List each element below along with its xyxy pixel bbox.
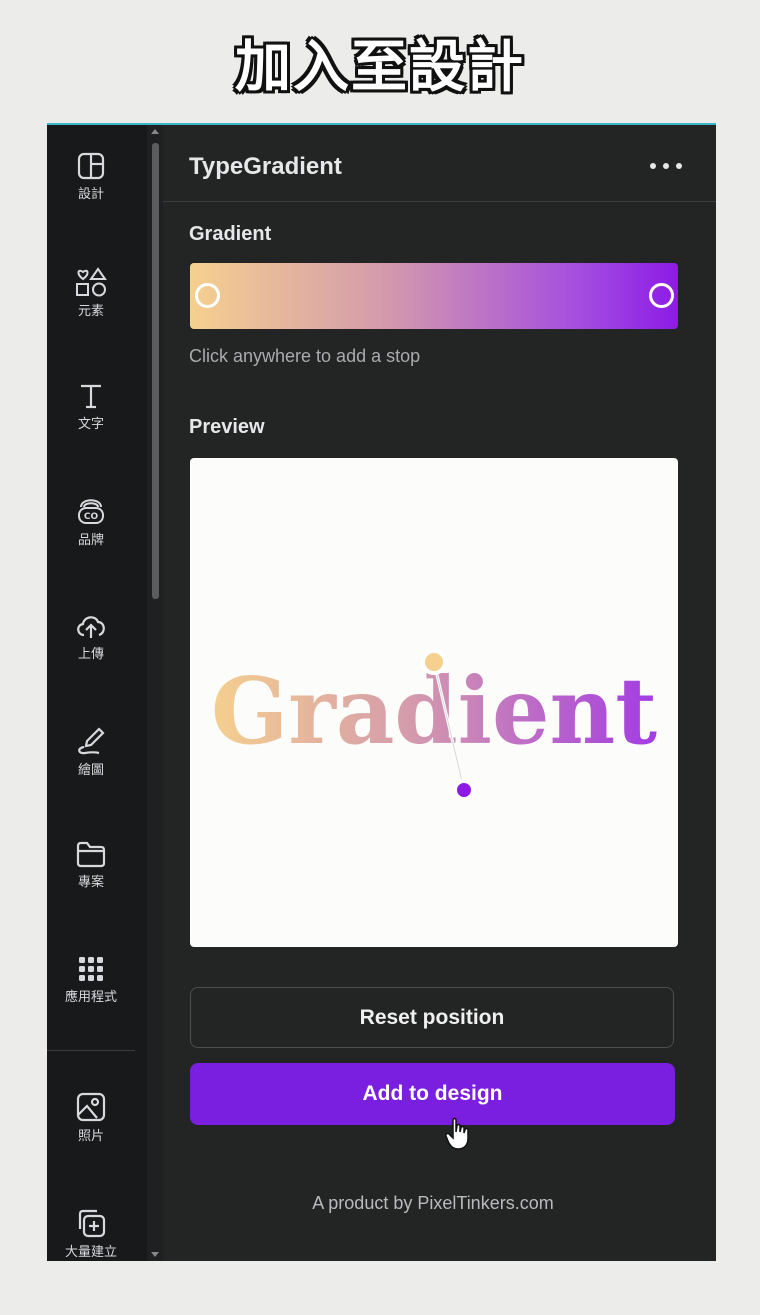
rail-label: 大量建立 — [64, 1245, 117, 1260]
header-divider — [163, 201, 716, 202]
bulk-create-icon — [78, 1209, 106, 1238]
footer-credit: A product by PixelTinkers.com — [312, 1193, 554, 1213]
rail-label: 照片 — [77, 1129, 104, 1144]
rail-item-draw[interactable]: 繪圖 — [47, 725, 135, 778]
brand-icon: CO — [78, 499, 104, 524]
text-icon — [81, 384, 101, 409]
handle-end[interactable] — [453, 779, 475, 801]
gradient-stop-start[interactable] — [195, 283, 220, 308]
gradient-stop-end[interactable] — [649, 283, 674, 308]
rail-item-text[interactable]: 文字 — [47, 381, 135, 432]
apps-grid-icon — [79, 957, 103, 981]
handle-start[interactable] — [421, 649, 447, 675]
add-to-design-button[interactable]: Add to design — [190, 1063, 675, 1125]
rail-item-upload[interactable]: 上傳 — [47, 611, 135, 662]
cloud-upload-icon — [77, 616, 105, 638]
scrollbar-thumb[interactable] — [152, 143, 159, 599]
rail-label: 文字 — [77, 417, 104, 432]
rail-item-projects[interactable]: 專案 — [47, 839, 135, 890]
draw-icon — [78, 727, 105, 755]
typegradient-panel: TypeGradient Gradient Click anywhere to … — [163, 125, 716, 1261]
rail-item-apps[interactable]: 應用程式 — [47, 954, 135, 1005]
rail-label: 元素 — [77, 304, 104, 319]
more-options-button[interactable] — [648, 153, 684, 177]
rail-item-bulk-create[interactable]: 大量建立 — [47, 1207, 135, 1260]
rail-label: 應用程式 — [64, 990, 117, 1005]
rail-item-brand[interactable]: CO 品牌 — [47, 495, 135, 548]
image-icon — [76, 1092, 106, 1122]
preview-label: Preview — [189, 416, 265, 438]
scroll-up-arrow-icon[interactable] — [151, 129, 159, 134]
preview-graphic: Gradient — [211, 649, 657, 801]
reset-position-button[interactable]: Reset position — [190, 987, 674, 1048]
app-window: 設計 元素 文字 CO 品牌 上傳 繪圖 專案 應用程式 照片 大量建立 Typ… — [47, 123, 716, 1261]
dot-icon — [676, 163, 682, 169]
rail-divider — [47, 1050, 135, 1051]
gradient-hint: Click anywhere to add a stop — [189, 346, 421, 366]
hand-cursor-icon — [445, 1117, 469, 1150]
scroll-down-arrow-icon[interactable] — [151, 1252, 159, 1257]
shapes-icon — [76, 267, 107, 297]
rail-label: 品牌 — [77, 533, 104, 548]
layout-icon — [77, 152, 105, 180]
gradient-bar[interactable] — [190, 263, 678, 329]
dot-icon — [650, 163, 656, 169]
folder-icon — [76, 841, 106, 868]
rail-item-photos[interactable]: 照片 — [47, 1091, 135, 1144]
side-rail: 設計 元素 文字 CO 品牌 上傳 繪圖 專案 應用程式 照片 大量建立 — [47, 125, 147, 1261]
rail-item-elements[interactable]: 元素 — [47, 266, 135, 319]
rail-label: 繪圖 — [77, 763, 104, 778]
preview-canvas[interactable]: Gradient — [190, 458, 678, 947]
panel-title: TypeGradient — [189, 153, 342, 180]
rail-scrollbar[interactable] — [147, 125, 163, 1261]
dot-icon — [663, 163, 669, 169]
rail-label: 上傳 — [77, 647, 104, 662]
gradient-label: Gradient — [189, 223, 272, 245]
rail-item-design[interactable]: 設計 — [47, 151, 135, 202]
video-caption: 加入至設計 — [235, 35, 525, 100]
rail-label: 專案 — [77, 875, 104, 890]
rail-label: 設計 — [77, 187, 104, 202]
svg-text:CO: CO — [84, 512, 99, 522]
